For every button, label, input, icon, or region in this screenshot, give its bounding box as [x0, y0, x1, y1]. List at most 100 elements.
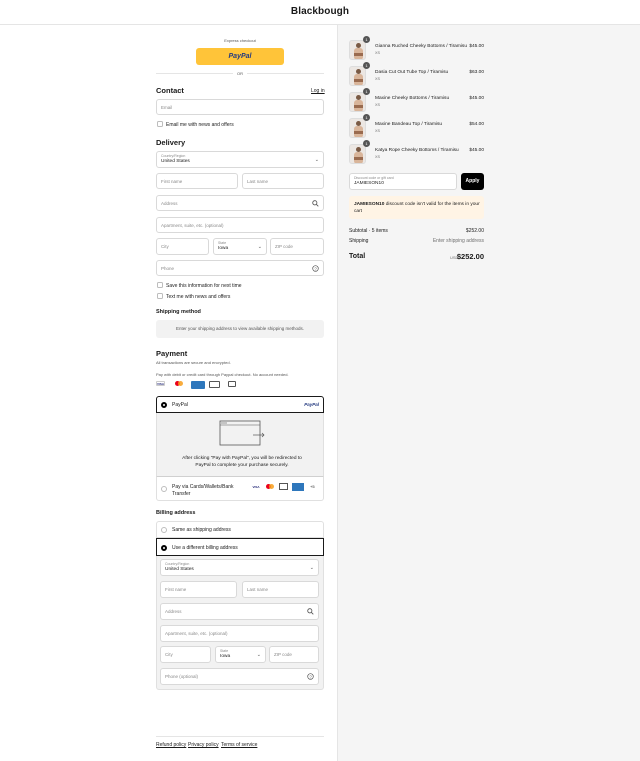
mastercard-icon	[265, 484, 275, 490]
product-size: XS	[375, 103, 381, 107]
express-checkout-label: Express checkout	[224, 38, 256, 43]
last-name-field[interactable]: Last name	[242, 173, 324, 189]
shipping-heading: Shipping method	[156, 309, 201, 315]
billing-address-field[interactable]: Address	[160, 603, 319, 620]
cards-radio[interactable]	[161, 486, 167, 492]
amex-icon	[191, 381, 205, 389]
apartment-field[interactable]: Apartment, suite, etc. (optional)	[156, 217, 324, 233]
discount-field[interactable]: Discount code or gift card JAMIESON10	[349, 173, 457, 190]
billing-last-name-field[interactable]: Last name	[242, 581, 319, 598]
contact-heading: Contact	[156, 86, 184, 95]
product-size: XS	[375, 155, 381, 159]
cards-option-label: Pay via Cards/Wallets/Bank Transfer	[172, 484, 234, 497]
country-select[interactable]: Country/Region United States ⌄	[156, 151, 324, 168]
save-info-label: Save this information for next time	[166, 283, 242, 289]
phone-field[interactable]: Phone ?	[156, 260, 324, 276]
quantity-badge: 1	[363, 88, 370, 95]
billing-same-label: Same as shipping address	[172, 527, 231, 533]
paypal-redirect-panel: After clicking "Pay with PayPal", you wi…	[156, 413, 324, 476]
product-name: Katya Rope Cheeky Bottoms / Tiramisu	[375, 148, 459, 153]
email-field[interactable]: Email	[156, 99, 324, 115]
chevron-down-icon: ⌄	[257, 244, 262, 250]
product-price: $63.00	[469, 70, 484, 75]
first-name-field[interactable]: First name	[156, 173, 238, 189]
redirect-window-icon	[219, 420, 265, 446]
shipping-value: Enter shipping address	[432, 238, 484, 244]
quantity-badge: 1	[363, 140, 370, 147]
billing-same-radio[interactable]	[161, 527, 167, 533]
product-price: $45.00	[469, 96, 484, 101]
visa-icon: VISA	[252, 485, 260, 489]
text-offers-label: Text me with news and offers	[166, 294, 231, 300]
svg-text:?: ?	[309, 674, 312, 679]
login-link[interactable]: Log in	[311, 88, 325, 94]
product-name: Dasia Cut Out Tube Top / Tiramisu	[375, 70, 449, 75]
billing-different-radio[interactable]	[161, 545, 167, 551]
news-label: Email me with news and offers	[166, 122, 234, 128]
shipping-label: Shipping	[349, 238, 369, 244]
billing-same-option[interactable]: Same as shipping address	[156, 521, 324, 538]
discount-error-code: JAMIESON10	[354, 202, 385, 207]
or-separator: OR	[233, 71, 247, 76]
cards-option[interactable]: Pay via Cards/Wallets/Bank Transfer VISA…	[156, 476, 324, 501]
product-thumbnail	[349, 40, 366, 60]
total-value: $252.00	[456, 252, 484, 261]
paypal-radio[interactable]	[161, 402, 167, 408]
jcb-icon	[228, 381, 236, 387]
brand-logo[interactable]: Blackbough	[0, 6, 640, 17]
refund-policy-link[interactable]: Refund policy	[156, 742, 186, 748]
quantity-badge: 1	[363, 62, 370, 69]
shipping-placeholder: Enter your shipping address to view avai…	[156, 320, 324, 338]
secure-note: All transactions are secure and encrypte…	[156, 360, 231, 365]
visa-icon: VISA	[156, 381, 165, 386]
billing-phone-field[interactable]: Phone (optional) ?	[160, 668, 319, 685]
paypal-logo: PayPal	[304, 402, 319, 407]
product-size: XS	[375, 77, 381, 81]
cart-item: 1 Maxine Cheeky Bottoms / Tiramisu XS $45.0…	[349, 88, 484, 112]
quantity-badge: 1	[363, 114, 370, 121]
search-icon	[307, 608, 314, 615]
state-select[interactable]: State Iowa ⌄	[213, 238, 267, 255]
total-label: Total	[349, 253, 366, 260]
billing-city-field[interactable]: City	[160, 646, 211, 663]
address-field[interactable]: Address	[156, 195, 324, 211]
cart-item: 1 Gianna Ruched Cheeky Bottoms / Tiramisu…	[349, 36, 484, 60]
product-size: XS	[375, 129, 381, 133]
amex-icon	[292, 483, 304, 491]
paypal-option-label: PayPal	[172, 402, 188, 408]
city-field[interactable]: City	[156, 238, 209, 255]
mastercard-icon	[174, 381, 183, 386]
paypal-express-button[interactable]: PayPal	[196, 48, 284, 65]
apply-button[interactable]: Apply	[461, 173, 484, 190]
news-checkbox[interactable]	[157, 121, 163, 127]
discover-icon	[209, 381, 220, 388]
product-price: $45.00	[469, 44, 484, 49]
billing-apartment-field[interactable]: Apartment, suite, etc. (optional)	[160, 625, 319, 642]
product-price: $45.00	[469, 148, 484, 153]
billing-different-label: Use a different billing address	[172, 545, 238, 551]
quantity-badge: 1	[363, 36, 370, 43]
text-offers-checkbox[interactable]	[157, 293, 163, 299]
help-icon[interactable]: ?	[307, 673, 314, 680]
product-name: Maxine Cheeky Bottoms / Tiramisu	[375, 96, 450, 101]
product-name: Maxine Bandeau Top / Tiramisu	[375, 122, 443, 127]
billing-zip-field[interactable]: ZIP code	[269, 646, 319, 663]
search-icon	[312, 200, 319, 207]
help-icon[interactable]: ?	[312, 265, 319, 272]
paypal-option[interactable]: PayPal PayPal	[156, 396, 324, 413]
billing-first-name-field[interactable]: First name	[160, 581, 237, 598]
product-thumbnail	[349, 66, 366, 86]
product-price: $54.00	[469, 122, 484, 127]
save-info-checkbox[interactable]	[157, 282, 163, 288]
product-thumbnail	[349, 92, 366, 112]
billing-state-select[interactable]: State Iowa ⌄	[215, 646, 266, 663]
zip-field[interactable]: ZIP code	[270, 238, 324, 255]
terms-link[interactable]: Terms of service	[221, 742, 257, 748]
more-cards-count: +5	[310, 484, 315, 489]
billing-different-option[interactable]: Use a different billing address	[156, 538, 324, 556]
privacy-policy-link[interactable]: Privacy policy	[188, 742, 219, 748]
pay-note: Pay with debit or credit card through Pa…	[156, 372, 289, 377]
redirect-note: After clicking "Pay with PayPal", you wi…	[182, 456, 302, 468]
product-thumbnail	[349, 144, 366, 164]
billing-country-select[interactable]: Country/Region United States ⌄	[160, 559, 319, 576]
